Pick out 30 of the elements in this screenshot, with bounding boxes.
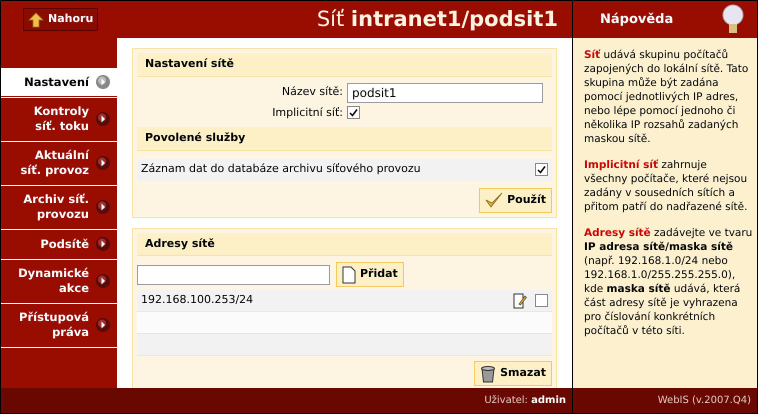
field-label: Implicitní síť: [271,104,344,120]
help-paragraph: Adresy sítě zadávejte ve tvaru IP adresa sítě/maska sítě (např. 192.168.1.0/24 nebo 192.168.1.0/255.255.255.0), kde maska sítě udává, která část adresy sítě je vyhrazena pro číslování konkrétních počítačů v této síti. [584,226,753,338]
panel-header: Povolené služby [137,127,552,150]
delete-button[interactable]: Smazat [474,361,552,386]
default-checkbox[interactable] [347,106,360,120]
address-text: 192.168.100.253/24 [141,292,254,308]
version-text: WebIS (v.2007.Q4) [658,394,751,408]
address-field[interactable] [137,264,330,284]
field-label: Název sítě: [280,84,344,100]
help-paragraph: Implicitní síť zahrnuje všechny počítače, které nejsou zadány v sousedních sítích a přitom patří do nadřazené sítě. [584,158,748,214]
apply-button[interactable]: Použít [479,188,552,212]
panel-header: Nastavení sítě [137,53,552,76]
user-label: Uživatel: admin [484,394,566,408]
document-icon [342,266,356,284]
page-title: Síť intranet1/podsit1 [316,6,558,33]
service-label: Záznam dat do databáze archivu síťového provozu [141,161,421,178]
panel-header: Adresy sítě [137,232,552,256]
add-button[interactable]: Přidat [336,262,404,287]
checkmark-icon [485,191,504,209]
up-arrow-icon [28,12,44,28]
edit-icon[interactable] [513,292,527,308]
light-bulb-icon [721,4,745,36]
help-title: Nápověda [600,10,674,29]
trash-icon [480,364,496,382]
sidebar-item[interactable]: Nastavení [1,68,117,96]
row-checkbox[interactable] [535,294,548,307]
help-paragraph: Síť udává skupinu počítačů zapojených do lokální sítě. Tato skupina může být zadána pomocí jednotlivých IP adres, nebo lépe pomocí jednoho či několika IP rozsahů zadaných maskou sítě. [584,48,750,146]
service-checkbox[interactable] [535,163,548,176]
up-button[interactable]: Nahoru [23,8,98,31]
name-field[interactable]: podsit1 [347,82,543,102]
